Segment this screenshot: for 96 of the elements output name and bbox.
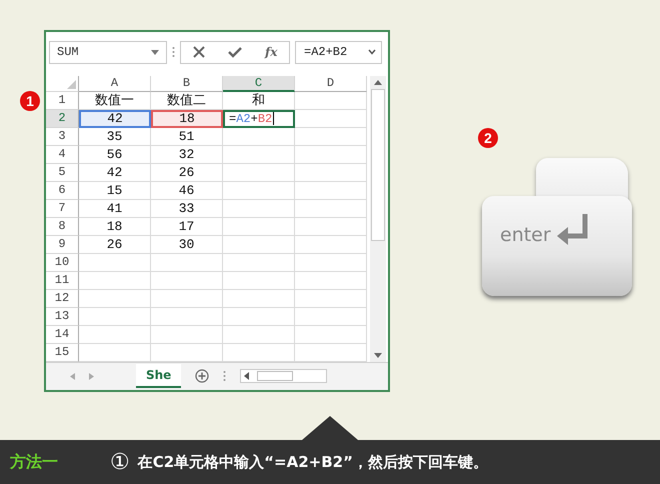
row-header[interactable]: 1 — [46, 92, 79, 110]
row-header[interactable]: 2 — [46, 110, 79, 128]
table-cell: 26 — [151, 164, 223, 182]
step-number: ① — [110, 450, 130, 474]
table-cell: 数值二 — [151, 92, 223, 110]
row-header[interactable]: 4 — [46, 146, 79, 164]
table-cell: 56 — [79, 146, 151, 164]
up-arrow-icon[interactable] — [374, 80, 382, 85]
empty-cell — [223, 146, 295, 164]
insert-function-button[interactable]: fx — [265, 45, 278, 60]
empty-cell — [223, 200, 295, 218]
empty-cell — [223, 308, 295, 326]
row-header[interactable]: 11 — [46, 272, 79, 290]
row-header[interactable]: 14 — [46, 326, 79, 344]
column-header[interactable]: C — [223, 76, 295, 92]
table-cell: 18 — [79, 218, 151, 236]
column-header[interactable]: D — [295, 76, 367, 92]
select-all-icon[interactable] — [67, 80, 76, 89]
check-icon[interactable] — [228, 46, 242, 58]
empty-cell — [295, 110, 367, 128]
empty-cell — [295, 164, 367, 182]
empty-cell — [151, 254, 223, 272]
empty-cell — [295, 290, 367, 308]
sheet-tab[interactable]: She — [136, 364, 182, 388]
table-cell: 42 — [79, 164, 151, 182]
table-cell: 33 — [151, 200, 223, 218]
row-header[interactable]: 8 — [46, 218, 79, 236]
empty-cell — [295, 254, 367, 272]
empty-cell — [223, 254, 295, 272]
row-header[interactable]: 3 — [46, 128, 79, 146]
cancel-icon[interactable] — [192, 46, 205, 58]
table-cell: 数值一 — [79, 92, 151, 110]
enter-key-drawing: enter — [482, 158, 632, 298]
empty-cell — [223, 164, 295, 182]
grip-icon — [223, 370, 226, 382]
formula-cell[interactable]: =A2+B2 — [223, 110, 295, 128]
add-sheet-icon[interactable] — [195, 369, 210, 384]
table-cell: 32 — [151, 146, 223, 164]
empty-cell — [151, 290, 223, 308]
column-header[interactable]: A — [79, 76, 151, 92]
empty-cell — [295, 128, 367, 146]
horizontal-scrollbar[interactable] — [240, 369, 328, 384]
row-header[interactable]: 6 — [46, 182, 79, 200]
empty-cell — [223, 326, 295, 344]
next-sheet-icon[interactable] — [89, 372, 94, 380]
caret-icon — [151, 50, 159, 55]
table-cell: 42 — [79, 110, 151, 128]
empty-cell — [223, 218, 295, 236]
empty-cell — [295, 218, 367, 236]
empty-cell — [295, 272, 367, 290]
method-title: 方法一 — [10, 452, 59, 472]
left-arrow-icon[interactable] — [244, 372, 250, 380]
empty-cell — [295, 146, 367, 164]
empty-cell — [223, 236, 295, 254]
empty-cell — [295, 200, 367, 218]
table-cell: 35 — [79, 128, 151, 146]
chevron-icon — [368, 49, 376, 56]
down-arrow-icon[interactable] — [374, 352, 382, 358]
row-header[interactable]: 7 — [46, 200, 79, 218]
row-header[interactable]: 5 — [46, 164, 79, 182]
empty-cell — [223, 272, 295, 290]
name-box[interactable]: SUM — [49, 40, 167, 64]
row-header[interactable]: 9 — [46, 236, 79, 254]
row-header[interactable]: 12 — [46, 290, 79, 308]
empty-cell — [295, 92, 367, 110]
vertical-scrollbar[interactable] — [370, 76, 386, 362]
row-header[interactable]: 13 — [46, 308, 79, 326]
table-cell: 15 — [79, 182, 151, 200]
scroll-thumb[interactable] — [371, 88, 385, 241]
table-cell: 18 — [151, 110, 223, 128]
table-cell: 26 — [79, 236, 151, 254]
empty-cell — [295, 308, 367, 326]
empty-cell — [223, 182, 295, 200]
empty-cell — [295, 236, 367, 254]
instruction-text: 在C2单元格中输入“=A2+B2”，然后按下回车键。 — [138, 452, 488, 472]
grip-icon — [172, 46, 175, 58]
formula-field[interactable]: =A2+B2 — [295, 40, 382, 64]
empty-cell — [295, 182, 367, 200]
empty-cell — [151, 326, 223, 344]
table-cell: 30 — [151, 236, 223, 254]
step-badge: 1 — [20, 91, 40, 111]
table-cell: 51 — [151, 128, 223, 146]
table-cell: 和 — [223, 92, 295, 110]
scroll-thumb[interactable] — [257, 371, 294, 382]
empty-cell — [151, 272, 223, 290]
empty-cell — [223, 290, 295, 308]
empty-cell — [223, 128, 295, 146]
row-header[interactable]: 10 — [46, 254, 79, 272]
table-cell: 41 — [79, 200, 151, 218]
empty-cell — [151, 308, 223, 326]
row-header[interactable]: 15 — [46, 344, 79, 362]
empty-cell — [295, 326, 367, 344]
previous-sheet-icon[interactable] — [70, 372, 75, 380]
table-cell: 17 — [151, 218, 223, 236]
step-badge: 2 — [478, 128, 498, 148]
table-cell: 46 — [151, 182, 223, 200]
